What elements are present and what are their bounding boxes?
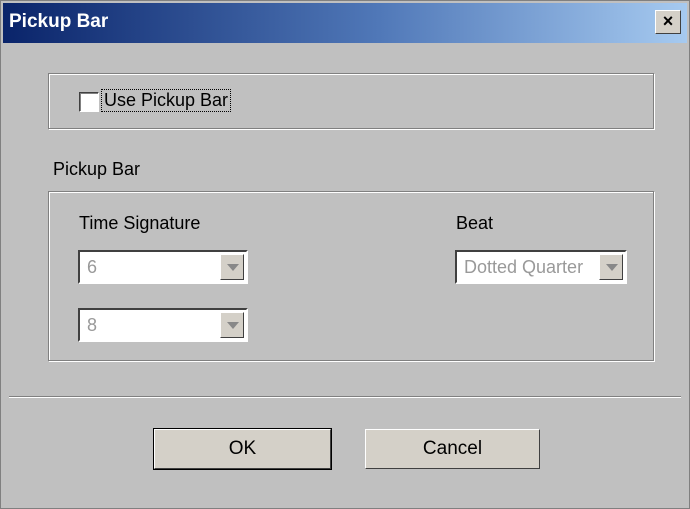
time-signature-label: Time Signature (79, 213, 201, 233)
time-signature-numerator-select[interactable]: 6 (78, 250, 248, 284)
ok-button[interactable]: OK (153, 428, 332, 470)
dialog-window: Pickup Bar × Use Pickup Bar Pickup Bar T… (0, 0, 690, 509)
time-signature-denominator-select[interactable]: 8 (78, 308, 248, 342)
beat-label: Beat (456, 213, 494, 233)
beat-select[interactable]: Dotted Quarter (455, 250, 627, 284)
denominator-value: 8 (87, 315, 98, 335)
close-button[interactable]: × (655, 10, 681, 34)
cancel-button[interactable]: Cancel (365, 429, 540, 469)
chevron-down-icon[interactable] (220, 254, 244, 280)
pickup-group-label: Pickup Bar (53, 159, 141, 179)
close-icon: × (662, 11, 674, 31)
numerator-value: 6 (87, 257, 98, 277)
use-pickup-label[interactable]: Use Pickup Bar (101, 89, 232, 112)
use-pickup-checkbox[interactable] (79, 92, 99, 112)
chevron-down-icon[interactable] (599, 254, 623, 280)
beat-value: Dotted Quarter (464, 257, 584, 277)
title-bar[interactable]: Pickup Bar × (3, 3, 687, 43)
chevron-down-icon[interactable] (220, 312, 244, 338)
window-title: Pickup Bar (9, 11, 109, 32)
separator (9, 396, 681, 398)
